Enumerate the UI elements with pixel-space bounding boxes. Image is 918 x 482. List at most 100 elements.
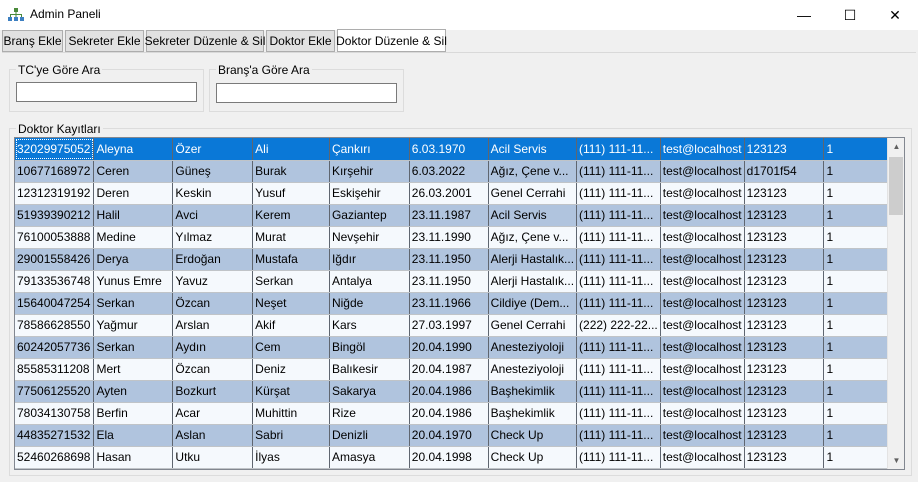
table-cell[interactable]: Eskişehir: [329, 182, 410, 205]
table-cell[interactable]: (111) 111-11...: [576, 204, 661, 227]
table-cell[interactable]: test@localhost: [660, 424, 745, 447]
table-cell[interactable]: Burak: [252, 160, 330, 183]
table-cell[interactable]: (111) 111-11...: [576, 292, 661, 315]
table-cell[interactable]: Başhekimlik: [488, 380, 578, 403]
table-cell[interactable]: 78586628550: [15, 314, 95, 337]
table-cell[interactable]: Acar: [172, 402, 254, 425]
table-cell[interactable]: Neşet: [252, 292, 330, 315]
table-row[interactable]: 85585311208 Mert Özcan Deniz Balıkesir 20.04.…: [15, 358, 904, 381]
table-cell[interactable]: Başhekimlik: [488, 402, 578, 425]
table-cell[interactable]: Arslan: [172, 314, 254, 337]
table-cell[interactable]: (111) 111-11...: [576, 446, 661, 469]
table-cell[interactable]: 20.04.1998: [409, 446, 489, 469]
table-cell[interactable]: test@localhost: [660, 358, 745, 381]
table-cell[interactable]: (111) 111-11...: [576, 248, 661, 271]
table-cell[interactable]: 123123: [744, 446, 825, 469]
table-cell[interactable]: Check Up: [488, 424, 578, 447]
table-cell[interactable]: Amasya: [329, 446, 410, 469]
table-cell[interactable]: d1701f54: [744, 160, 825, 183]
table-cell[interactable]: Alerji Hastalık...: [488, 270, 578, 293]
table-cell[interactable]: 123123: [744, 270, 825, 293]
table-cell[interactable]: 27.03.1997: [409, 314, 489, 337]
table-cell[interactable]: Sabri: [252, 424, 330, 447]
table-cell[interactable]: 23.11.1987: [409, 204, 489, 227]
table-cell[interactable]: Mert: [93, 358, 174, 381]
table-cell[interactable]: Ela: [93, 424, 174, 447]
table-cell[interactable]: 76100053888: [15, 226, 95, 249]
maximize-button[interactable]: ☐: [827, 0, 873, 30]
table-cell[interactable]: Bozkurt: [172, 380, 254, 403]
tab-doktor-duzenle-sil[interactable]: Doktor Düzenle & Sil: [336, 29, 447, 52]
table-cell[interactable]: Yılmaz: [172, 226, 254, 249]
table-cell[interactable]: Erdoğan: [172, 248, 254, 271]
table-cell[interactable]: Serkan: [252, 270, 330, 293]
tab-brans-ekle[interactable]: Branş Ekle: [2, 30, 63, 52]
table-row[interactable]: 78034130758 Berfin Acar Muhittin Rize 20.04.1…: [15, 402, 904, 425]
table-cell[interactable]: 23.11.1966: [409, 292, 489, 315]
table-cell[interactable]: test@localhost: [660, 204, 745, 227]
table-cell[interactable]: 85585311208: [15, 358, 95, 381]
table-cell[interactable]: Denizli: [329, 424, 410, 447]
table-cell[interactable]: Serkan: [93, 292, 174, 315]
table-cell[interactable]: Genel Cerrahi: [488, 182, 578, 205]
table-cell[interactable]: test@localhost: [660, 292, 745, 315]
table-cell[interactable]: 123123: [744, 204, 825, 227]
table-cell[interactable]: (111) 111-11...: [576, 226, 661, 249]
table-row[interactable]: 60242057736 Serkan Aydın Cem Bingöl 20.04.199…: [15, 336, 904, 359]
table-cell[interactable]: 23.11.1990: [409, 226, 489, 249]
table-row[interactable]: 44835271532 Ela Aslan Sabri Denizli 20.04.197…: [15, 424, 904, 447]
table-cell[interactable]: 123123: [744, 380, 825, 403]
table-row[interactable]: 79133536748 Yunus Emre Yavuz Serkan Antalya 2…: [15, 270, 904, 293]
table-cell[interactable]: (111) 111-11...: [576, 336, 661, 359]
table-cell[interactable]: 23.11.1950: [409, 270, 489, 293]
table-cell[interactable]: 20.04.1970: [409, 424, 489, 447]
table-cell[interactable]: İlyas: [252, 446, 330, 469]
table-cell[interactable]: 32029975052: [15, 138, 95, 161]
table-cell[interactable]: Güneş: [172, 160, 254, 183]
table-cell[interactable]: 123123: [744, 336, 825, 359]
brans-search-input[interactable]: [216, 83, 397, 103]
table-cell[interactable]: (111) 111-11...: [576, 380, 661, 403]
table-row[interactable]: 32029975052 Aleyna Özer Ali Çankırı 6.03.1970…: [15, 138, 904, 161]
table-cell[interactable]: (111) 111-11...: [576, 270, 661, 293]
table-row[interactable]: 10677168972 Ceren Güneş Burak Kırşehir 6.03.2…: [15, 160, 904, 183]
table-cell[interactable]: test@localhost: [660, 380, 745, 403]
table-cell[interactable]: Özer: [172, 138, 254, 161]
table-cell[interactable]: Cildiye (Dem...: [488, 292, 578, 315]
table-cell[interactable]: 26.03.2001: [409, 182, 489, 205]
table-cell[interactable]: test@localhost: [660, 336, 745, 359]
table-cell[interactable]: test@localhost: [660, 138, 745, 161]
scroll-thumb[interactable]: [889, 157, 903, 215]
table-row[interactable]: 15640047254 Serkan Özcan Neşet Niğde 23.11.19…: [15, 292, 904, 315]
table-cell[interactable]: 6.03.1970: [409, 138, 489, 161]
table-cell[interactable]: 123123: [744, 424, 825, 447]
table-cell[interactable]: Sakarya: [329, 380, 410, 403]
table-cell[interactable]: Kürşat: [252, 380, 330, 403]
scroll-up-icon[interactable]: ▲: [888, 138, 904, 155]
table-cell[interactable]: 123123: [744, 314, 825, 337]
table-row[interactable]: 52460268698 Hasan Utku İlyas Amasya 20.04.199…: [15, 446, 904, 469]
table-cell[interactable]: 20.04.1986: [409, 380, 489, 403]
table-cell[interactable]: Özcan: [172, 358, 254, 381]
table-row[interactable]: 77506125520 Ayten Bozkurt Kürşat Sakarya 20.0…: [15, 380, 904, 403]
table-cell[interactable]: Yağmur: [93, 314, 174, 337]
table-cell[interactable]: Ali: [252, 138, 330, 161]
table-cell[interactable]: test@localhost: [660, 248, 745, 271]
table-cell[interactable]: Kars: [329, 314, 410, 337]
table-cell[interactable]: (111) 111-11...: [576, 358, 661, 381]
table-cell[interactable]: Hasan: [93, 446, 174, 469]
table-cell[interactable]: Ayten: [93, 380, 174, 403]
table-cell[interactable]: Murat: [252, 226, 330, 249]
table-cell[interactable]: (111) 111-11...: [576, 138, 661, 161]
table-cell[interactable]: test@localhost: [660, 314, 745, 337]
table-cell[interactable]: Rize: [329, 402, 410, 425]
table-cell[interactable]: Yunus Emre: [93, 270, 174, 293]
table-cell[interactable]: Deren: [93, 182, 174, 205]
tab-sekreter-ekle[interactable]: Sekreter Ekle: [65, 30, 144, 52]
table-cell[interactable]: Yusuf: [252, 182, 330, 205]
table-cell[interactable]: (111) 111-11...: [576, 160, 661, 183]
table-cell[interactable]: (111) 111-11...: [576, 424, 661, 447]
table-cell[interactable]: Halil: [93, 204, 174, 227]
table-cell[interactable]: (111) 111-11...: [576, 402, 661, 425]
table-cell[interactable]: Gaziantep: [329, 204, 410, 227]
